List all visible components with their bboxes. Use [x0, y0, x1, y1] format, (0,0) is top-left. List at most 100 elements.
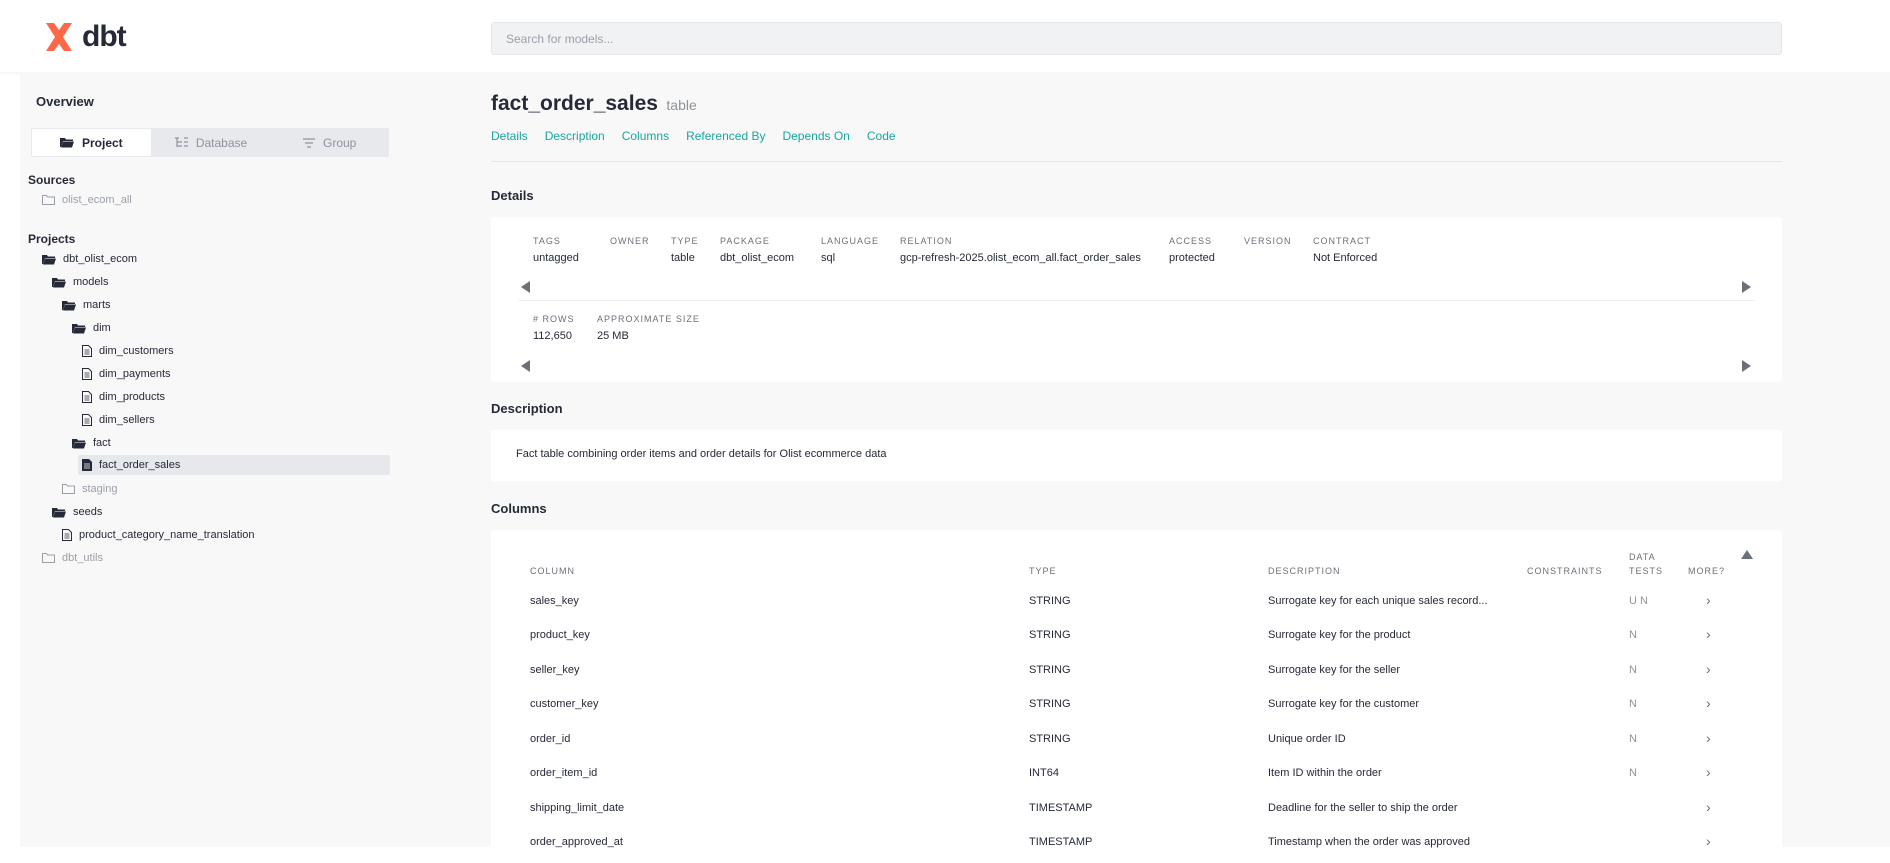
tree-dim-products[interactable]: dim_products: [82, 387, 165, 407]
column-name: seller_key: [530, 664, 580, 676]
col-header-column: COLUMN: [530, 566, 576, 576]
column-type: STRING: [1029, 698, 1071, 710]
meta-value: sql: [821, 252, 836, 264]
tree-label: seeds: [73, 506, 103, 518]
details-card: TAGS untagged OWNER TYPE table PACKAGE dbt_…: [491, 217, 1782, 382]
table-row[interactable]: order_approved_at TIMESTAMP Timestamp wh…: [491, 828, 1782, 863]
details-heading: Details: [491, 188, 534, 203]
nav-code[interactable]: Code: [867, 129, 896, 143]
search-input[interactable]: [491, 22, 1782, 55]
scroll-left-arrow[interactable]: [521, 360, 530, 372]
nav-depends-on[interactable]: Depends On: [782, 129, 849, 143]
overview-link[interactable]: Overview: [36, 94, 94, 109]
column-name: order_item_id: [530, 767, 598, 779]
col-header-description: DESCRIPTION: [1268, 566, 1341, 576]
folder-open-icon: [59, 138, 74, 148]
chevron-right-icon[interactable]: ›: [1706, 695, 1711, 711]
table-row[interactable]: shipping_limit_date TIMESTAMP Deadline f…: [491, 794, 1782, 829]
column-name: sales_key: [530, 595, 579, 607]
meta-version: VERSION: [1244, 236, 1292, 252]
chevron-right-icon[interactable]: ›: [1706, 799, 1711, 815]
folder-open-icon: [62, 300, 76, 310]
tree-dim-customers[interactable]: dim_customers: [82, 341, 174, 361]
column-tests: N: [1629, 664, 1637, 676]
col-header-more: MORE?: [1688, 566, 1726, 576]
col-header-constraints: CONSTRAINTS: [1527, 566, 1603, 576]
tree-dbt-olist-ecom[interactable]: dbt_olist_ecom: [42, 249, 137, 269]
details-stats-row: # ROWS 112,650 APPROXIMATE SIZE 25 MB: [533, 314, 933, 354]
folder-open-icon: [72, 438, 86, 448]
column-description: Unique order ID: [1268, 733, 1346, 745]
tree-models[interactable]: models: [52, 272, 108, 292]
column-type: STRING: [1029, 733, 1071, 745]
tree-label: marts: [83, 299, 111, 311]
tab-project[interactable]: Project: [32, 129, 151, 156]
chevron-right-icon[interactable]: ›: [1706, 730, 1711, 746]
chevron-right-icon[interactable]: ›: [1706, 592, 1711, 608]
tree-label: dbt_olist_ecom: [63, 253, 137, 265]
table-row[interactable]: order_id STRING Unique order ID N ›: [491, 725, 1782, 760]
tab-database[interactable]: Database: [152, 128, 271, 157]
column-name: order_id: [530, 733, 571, 745]
meta-value: protected: [1169, 252, 1215, 264]
tree-dim[interactable]: dim: [72, 318, 111, 338]
nav-details[interactable]: Details: [491, 129, 528, 143]
scroll-up-arrow[interactable]: [1741, 550, 1753, 559]
meta-tags: TAGS untagged: [533, 236, 579, 264]
tree-label: dim: [93, 322, 111, 334]
meta-relation: RELATION gcp-refresh-2025.olist_ecom_all.…: [900, 236, 1141, 264]
nav-description[interactable]: Description: [545, 129, 605, 143]
tree-seeds[interactable]: seeds: [52, 502, 102, 522]
tree-marts[interactable]: marts: [62, 295, 111, 315]
scroll-right-arrow[interactable]: [1742, 281, 1751, 293]
chevron-right-icon[interactable]: ›: [1706, 626, 1711, 642]
tree-dbt-utils[interactable]: dbt_utils: [42, 548, 103, 568]
column-type: STRING: [1029, 595, 1071, 607]
column-tests: N: [1629, 767, 1637, 779]
tree-fact[interactable]: fact: [72, 433, 111, 453]
tab-project-label: Project: [81, 135, 123, 150]
tree-label: staging: [82, 483, 118, 495]
table-row[interactable]: seller_key STRING Surrogate key for the …: [491, 656, 1782, 691]
tree-dim-sellers[interactable]: dim_sellers: [82, 410, 155, 430]
dbt-logo-icon: [46, 23, 72, 51]
tree-dim-payments[interactable]: dim_payments: [82, 364, 171, 384]
page-title: fact_order_sales: [491, 92, 658, 115]
tree-label: fact_order_sales: [99, 459, 181, 471]
scroll-left-arrow[interactable]: [521, 281, 530, 293]
meta-package: PACKAGE dbt_olist_ecom: [720, 236, 794, 264]
meta-key: PACKAGE: [720, 236, 770, 246]
meta-key: VERSION: [1244, 236, 1292, 246]
nav-columns[interactable]: Columns: [622, 129, 669, 143]
folder-icon: [42, 553, 55, 563]
section-nav: Details Description Columns Referenced B…: [491, 129, 896, 143]
column-description: Surrogate key for the product: [1268, 629, 1411, 641]
meta-value: 25 MB: [597, 330, 629, 342]
table-row[interactable]: order_item_id INT64 Item ID within the o…: [491, 759, 1782, 794]
tab-group[interactable]: Group: [270, 128, 389, 157]
source-olist-ecom-all[interactable]: olist_ecom_all: [42, 190, 132, 210]
table-row[interactable]: product_key STRING Surrogate key for the…: [491, 621, 1782, 656]
meta-value: gcp-refresh-2025.olist_ecom_all.fact_ord…: [900, 252, 1141, 264]
folder-open-icon: [42, 254, 56, 264]
meta-key: # ROWS: [533, 314, 575, 324]
filter-lines-icon: [303, 137, 315, 148]
tree-product-category-name-translation[interactable]: product_category_name_translation: [62, 525, 255, 545]
meta-key: LANGUAGE: [821, 236, 880, 246]
table-row[interactable]: sales_key STRING Surrogate key for each …: [491, 587, 1782, 622]
scroll-right-arrow[interactable]: [1742, 360, 1751, 372]
logo-text: dbt: [82, 20, 127, 53]
tree-fact-order-sales[interactable]: fact_order_sales: [78, 455, 390, 475]
chevron-right-icon[interactable]: ›: [1706, 661, 1711, 677]
meta-key: APPROXIMATE SIZE: [597, 314, 700, 324]
nav-referenced-by[interactable]: Referenced By: [686, 129, 765, 143]
tree-staging[interactable]: staging: [62, 479, 117, 499]
table-row[interactable]: customer_key STRING Surrogate key for th…: [491, 690, 1782, 725]
meta-key: RELATION: [900, 236, 953, 246]
col-header-type: TYPE: [1029, 566, 1057, 576]
meta-rows: # ROWS 112,650: [533, 314, 575, 342]
chevron-right-icon[interactable]: ›: [1706, 764, 1711, 780]
column-description: Surrogate key for the seller: [1268, 664, 1401, 676]
tree-label: fact: [93, 437, 111, 449]
dbt-logo[interactable]: dbt: [42, 20, 127, 54]
